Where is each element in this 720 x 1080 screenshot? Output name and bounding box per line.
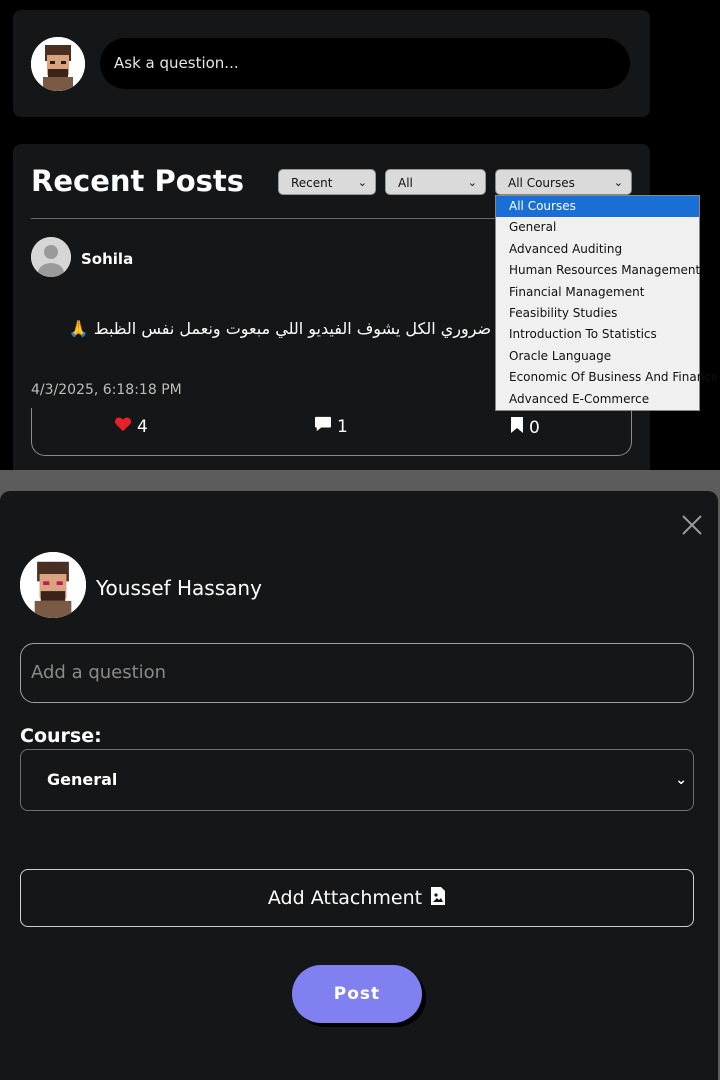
dropdown-option[interactable]: Oracle Language — [496, 346, 699, 367]
add-attachment-label: Add Attachment — [267, 887, 423, 909]
dropdown-option[interactable]: Advanced E-Commerce — [496, 389, 699, 410]
add-attachment-button[interactable]: Add Attachment — [20, 869, 694, 927]
dropdown-option[interactable]: Financial Management — [496, 282, 699, 303]
dropdown-option[interactable]: Human Resources Management — [496, 260, 700, 281]
file-image-icon — [430, 886, 446, 911]
post-actions: 4 1 0 — [31, 408, 632, 456]
post-author[interactable]: Sohila — [81, 250, 133, 268]
ask-question-card: Ask a question... — [13, 10, 650, 117]
new-post-modal: Youssef Hassany Add a question Course: G… — [0, 491, 718, 1080]
save-button[interactable]: 0 — [510, 416, 540, 439]
user-name: Youssef Hassany — [96, 576, 262, 600]
close-icon[interactable] — [680, 513, 704, 537]
bookmark-icon — [510, 416, 524, 439]
ask-question-input[interactable]: Ask a question... — [100, 38, 630, 89]
sort-filter-select[interactable]: Recent ⌄ — [278, 169, 376, 195]
course-dropdown-list: All Courses General Advanced Auditing Hu… — [495, 195, 718, 411]
dropdown-option[interactable]: Advanced Auditing — [496, 239, 699, 260]
avatar[interactable] — [31, 237, 71, 277]
chevron-down-icon: ⌄ — [357, 176, 367, 189]
like-count: 4 — [137, 416, 148, 437]
heart-icon — [114, 416, 132, 437]
course-label: Course: — [20, 725, 102, 747]
dropdown-option[interactable]: Economic Of Business And Finance — [496, 367, 718, 388]
chevron-down-icon: ⌄ — [613, 176, 623, 189]
avatar[interactable] — [31, 37, 85, 91]
like-button[interactable]: 4 — [114, 416, 148, 437]
comment-count: 1 — [337, 416, 348, 437]
type-filter-select[interactable]: All ⌄ — [385, 169, 486, 195]
dropdown-option[interactable]: Feasibility Studies — [496, 303, 699, 324]
sort-filter-value: Recent — [291, 176, 333, 190]
comment-button[interactable]: 1 — [314, 416, 348, 437]
avatar[interactable] — [20, 552, 86, 618]
comment-icon — [314, 416, 332, 437]
dropdown-option[interactable]: All Courses — [496, 196, 699, 218]
chevron-down-icon: ⌄ — [467, 176, 477, 189]
chevron-down-icon: ⌄ — [675, 772, 687, 788]
dropdown-option[interactable]: General — [496, 217, 699, 238]
course-filter-select[interactable]: All Courses ⌄ — [495, 169, 632, 195]
question-input[interactable]: Add a question — [20, 643, 694, 703]
save-count: 0 — [529, 417, 540, 438]
section-title: Recent Posts — [31, 164, 245, 198]
post-button[interactable]: Post — [292, 965, 422, 1023]
page: Ask a question... Recent Posts Recent ⌄ … — [0, 0, 720, 1080]
course-select[interactable]: General ⌄ — [20, 749, 694, 811]
post-timestamp: 4/3/2025, 6:18:18 PM — [31, 382, 182, 398]
course-select-value: General — [47, 770, 118, 789]
dropdown-option[interactable]: Introduction To Statistics — [496, 324, 699, 345]
course-filter-value: All Courses — [508, 176, 575, 190]
type-filter-value: All — [398, 176, 413, 190]
